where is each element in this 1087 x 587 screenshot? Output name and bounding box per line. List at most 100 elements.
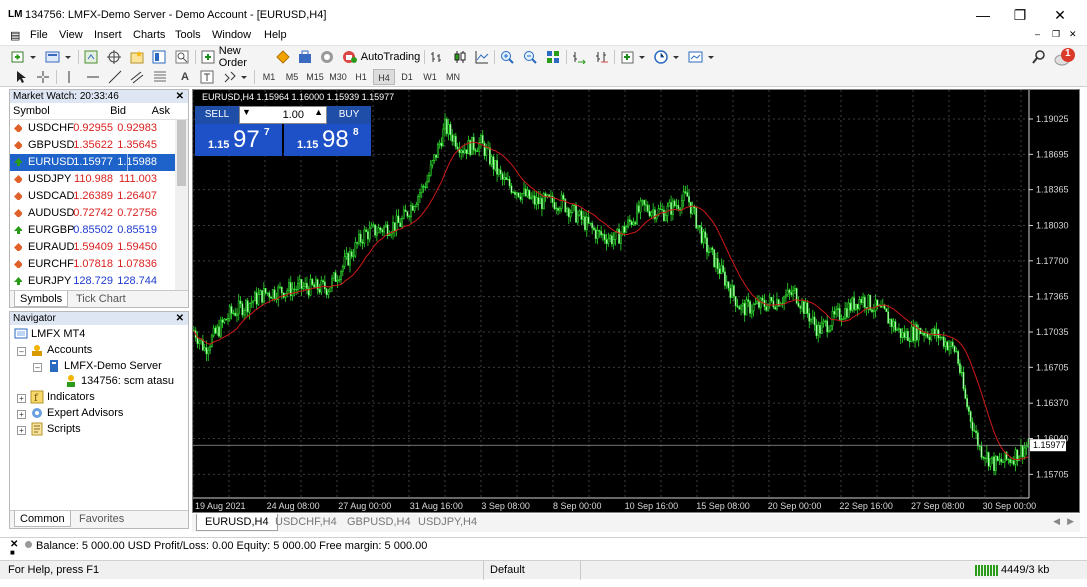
crosshair-button[interactable] [36,69,50,85]
candlestick-button[interactable] [452,49,468,65]
timeframe-m30[interactable]: M30 [327,69,349,85]
bar-chart-button[interactable] [429,49,445,65]
market-watch-scrollbar[interactable]: ⌄ [175,120,188,295]
chart-menu-icon[interactable]: ▤ [10,29,20,42]
new-chart-button[interactable] [10,49,38,65]
nav-expert-advisors[interactable]: Expert Advisors [30,406,123,420]
timeframe-mn[interactable]: MN [442,69,464,85]
fibonacci-button[interactable] [153,69,167,85]
menu-view[interactable]: View [59,29,83,41]
arrows-button[interactable] [222,69,250,85]
vertical-line-button[interactable] [62,69,76,85]
search-button[interactable] [1031,49,1047,65]
nav-server[interactable]: LMFX-Demo Server [47,359,162,373]
mdi-minimize-button[interactable]: – [1035,29,1040,39]
chart-tab-gbpusd[interactable]: GBPUSD,H4 [339,514,419,531]
chart-tab-usdchf[interactable]: USDCHF,H4 [267,514,345,531]
timeframe-w1[interactable]: W1 [419,69,441,85]
scrollbar-thumb[interactable] [177,120,186,186]
restore-button[interactable]: ❐ [1000,4,1040,26]
chart-tab-eurusd[interactable]: EURUSD,H4 [196,514,278,531]
strategy-tester-button[interactable] [174,49,190,65]
tabs-scroll-left-icon[interactable]: ◀ [1053,516,1060,527]
bid-price-box[interactable]: 1.15 97 7 [195,124,282,156]
market-watch-row[interactable]: EURJPY 128.729 128.744 [10,273,175,290]
market-watch-row[interactable]: EURAUD 1.59409 1.59450 [10,239,175,256]
column-symbol[interactable]: Symbol [13,105,50,117]
periods-button[interactable] [653,49,683,65]
signals-button[interactable] [275,49,291,65]
nav-accounts[interactable]: Accounts [30,343,92,357]
navigator-button[interactable] [129,49,145,65]
timeframe-h1[interactable]: H1 [350,69,372,85]
text-label-button[interactable] [200,69,214,85]
chart-tab-usdjpy[interactable]: USDJPY,H4 [410,514,485,531]
navigator-close-button[interactable]: ✕ [176,312,184,325]
menu-tools[interactable]: Tools [175,29,201,41]
line-chart-button[interactable] [474,49,490,65]
market-watch-button[interactable] [83,49,99,65]
menu-window[interactable]: Window [212,29,251,41]
new-order-button[interactable]: New Order [201,45,271,69]
auto-scroll-button[interactable] [594,49,610,65]
market-watch-row[interactable]: USDJPY 110.988 111.003 [10,171,175,188]
timeframe-d1[interactable]: D1 [396,69,418,85]
menu-file[interactable]: File [30,29,48,41]
timeframe-m15[interactable]: M15 [304,69,326,85]
tab-common[interactable]: Common [14,511,71,527]
status-profile[interactable]: Default [490,564,525,576]
templates-button[interactable] [687,49,717,65]
menu-help[interactable]: Help [264,29,287,41]
market-watch-row[interactable]: EURGBP 0.85502 0.85519 [10,222,175,239]
tile-windows-button[interactable] [545,49,561,65]
indicators-button[interactable] [620,49,648,65]
nav-indicators[interactable]: f Indicators [30,390,95,404]
nav-scripts[interactable]: Scripts [30,422,81,436]
sell-button[interactable]: SELL [195,106,239,124]
cursor-button[interactable] [14,69,28,85]
buy-button[interactable]: BUY [327,106,371,124]
chart-window[interactable]: 1.19025 1.18695 1.18365 1.18030 1.17700 1.173… [192,89,1080,513]
profiles-button[interactable] [44,49,74,65]
market-watch-row[interactable]: AUDUSD 0.72742 0.72756 [10,205,175,222]
lot-size-field[interactable]: ▼ 1.00 ▲ [239,106,327,124]
vps-button[interactable] [319,49,335,65]
column-ask[interactable]: Ask [152,105,170,117]
nav-root[interactable]: LMFX MT4 [14,327,85,341]
menu-charts[interactable]: Charts [133,29,165,41]
lot-increase-icon[interactable]: ▲ [314,107,323,117]
zoom-in-button[interactable] [499,49,515,65]
minimize-button[interactable]: — [963,4,1003,26]
server-collapse-icon[interactable]: – [33,363,42,372]
trendline-button[interactable] [108,69,122,85]
experts-expand-icon[interactable]: + [17,410,26,419]
equidistant-channel-button[interactable] [130,69,144,85]
tabs-scroll-right-icon[interactable]: ▶ [1067,516,1074,527]
text-button[interactable]: A [178,69,192,85]
market-watch-row[interactable]: EURCHF 1.07818 1.07836 [10,256,175,273]
scripts-expand-icon[interactable]: + [17,426,26,435]
mdi-close-button[interactable]: ✕ [1069,29,1077,40]
timeframe-m1[interactable]: M1 [258,69,280,85]
market-watch-row[interactable]: USDCHF 0.92955 0.92983 [10,120,175,137]
mdi-restore-button[interactable]: ❐ [1052,29,1060,40]
tab-tick-chart[interactable]: Tick Chart [71,291,131,307]
timeframe-h4[interactable]: H4 [373,69,395,85]
horizontal-line-button[interactable] [86,69,100,85]
lot-decrease-icon[interactable]: ▼ [242,107,251,117]
notifications-button[interactable]: 1 [1053,46,1077,68]
chart-shift-button[interactable] [571,49,587,65]
timeframe-m5[interactable]: M5 [281,69,303,85]
autotrading-button[interactable]: AutoTrading [341,49,421,65]
tab-symbols[interactable]: Symbols [14,291,69,307]
close-button[interactable]: ✕ [1040,4,1080,26]
indicators-expand-icon[interactable]: + [17,394,26,403]
column-bid[interactable]: Bid [110,105,126,117]
accounts-collapse-icon[interactable]: – [17,347,26,356]
terminal-button[interactable] [151,49,167,65]
market-watch-close-button[interactable]: ✕ [176,90,184,103]
menu-insert[interactable]: Insert [94,29,122,41]
ask-price-box[interactable]: 1.15 98 8 [284,124,371,156]
market-watch-row[interactable]: USDCAD 1.26389 1.26407 [10,188,175,205]
zoom-out-button[interactable] [522,49,538,65]
